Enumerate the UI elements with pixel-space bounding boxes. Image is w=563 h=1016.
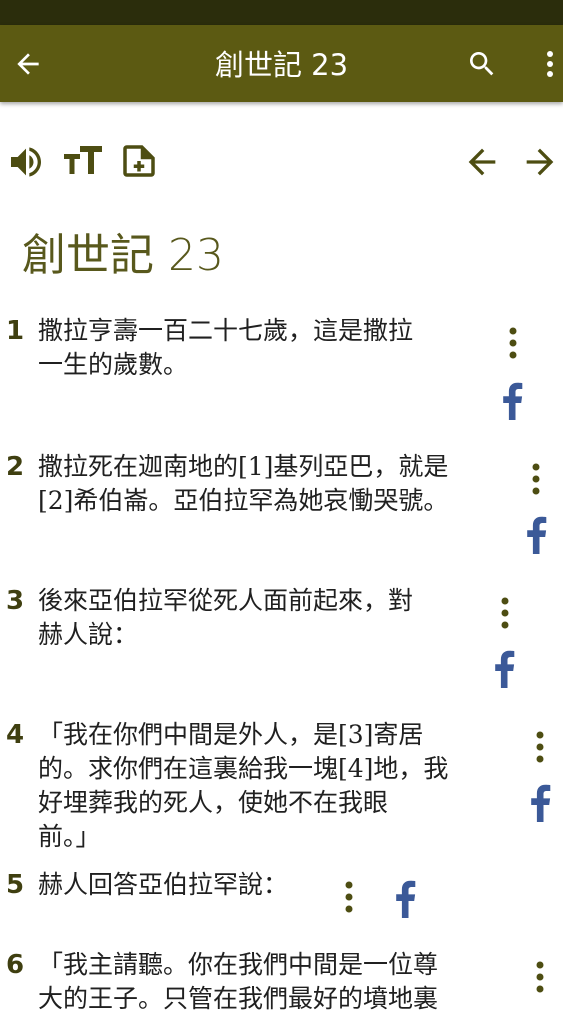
arrow-left-icon[interactable] — [462, 142, 502, 182]
verse-line: 撒拉亨壽一百二十七歲，這是撒拉 — [38, 316, 414, 345]
verse-line: 赫人回答亞伯拉罕說： — [38, 870, 289, 899]
add-note-icon[interactable] — [118, 140, 160, 182]
speaker-icon[interactable] — [6, 142, 46, 182]
chapter-heading: 創世記 23 — [22, 230, 224, 281]
verse-menu-icon[interactable] — [344, 880, 354, 914]
verse-line: 大的王子。只管在我們最好的墳地裏 — [38, 984, 439, 1013]
verse-number: 5 — [6, 870, 25, 900]
verse-menu-icon[interactable] — [500, 596, 510, 630]
verse-number: 1 — [6, 316, 25, 346]
facebook-share-icon[interactable] — [501, 382, 523, 420]
verse-line: [2]希伯崙。亞伯拉罕為她哀慟哭號。 — [38, 486, 449, 515]
verse-number: 6 — [6, 950, 25, 980]
verse-line: 「我主請聽。你在我們中間是一位尊 — [38, 950, 439, 979]
verse-line: 後來亞伯拉罕從死人面前起來，對 — [38, 586, 414, 615]
status-bar — [0, 0, 563, 25]
verse-menu-icon[interactable] — [531, 462, 541, 496]
verse-line: 一生的歲數。 — [38, 350, 189, 379]
more-options-icon[interactable] — [540, 48, 560, 80]
verse-number: 3 — [6, 586, 25, 616]
verse-line: 撒拉死在迦南地的[1]基列亞巴，就是 — [38, 452, 449, 481]
verse-line: 前。」 — [38, 822, 101, 851]
app-bar: 創世記 23 — [0, 25, 563, 102]
arrow-right-icon[interactable] — [520, 142, 560, 182]
facebook-share-icon[interactable] — [529, 784, 551, 822]
verse-number: 2 — [6, 452, 25, 482]
facebook-share-icon[interactable] — [493, 650, 515, 688]
text-size-icon[interactable] — [62, 142, 104, 178]
verse-menu-icon[interactable] — [508, 326, 518, 360]
verse-line: 赫人說： — [38, 620, 139, 649]
search-icon[interactable] — [466, 48, 498, 80]
facebook-share-icon[interactable] — [525, 516, 547, 554]
verse-line: 好埋葬我的死人，使她不在我眼 — [38, 788, 389, 817]
facebook-share-icon[interactable] — [394, 880, 416, 918]
verse-menu-icon[interactable] — [535, 730, 545, 764]
verse-menu-icon[interactable] — [535, 960, 545, 994]
verse-line: 「我在你們中間是外人，是[3]寄居 — [38, 720, 424, 749]
verse-number: 4 — [6, 720, 25, 750]
verse-line: 的。求你們在這裏給我一塊[4]地，我 — [38, 754, 449, 783]
